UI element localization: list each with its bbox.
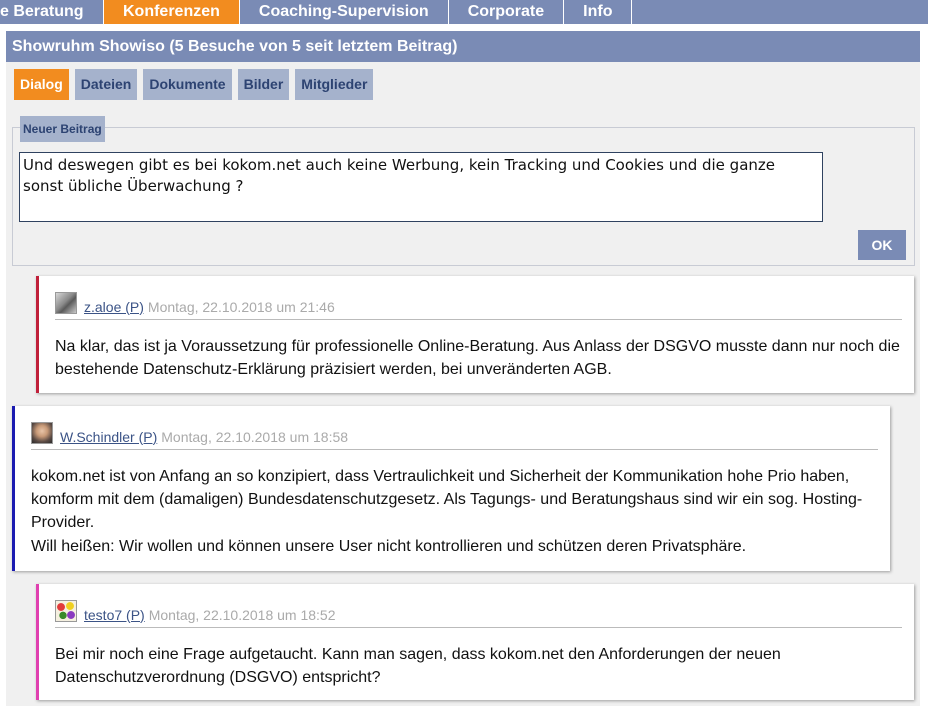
nav-item-konferenzen[interactable]: Konferenzen: [104, 0, 240, 24]
comment-author[interactable]: W.Schindler (P): [60, 429, 157, 445]
nav-item-beratung[interactable]: e Beratung: [0, 0, 104, 24]
tab-dokumente[interactable]: Dokumente: [143, 69, 232, 100]
comment-date: Montag, 22.10.2018 um 18:52: [148, 606, 336, 623]
room-tabs: Dialog Dateien Dokumente Bilder Mitglied…: [14, 69, 374, 100]
new-post-legend: Neuer Beitrag: [20, 116, 105, 142]
nav-item-coaching-supervision[interactable]: Coaching-Supervision: [240, 0, 449, 24]
avatar[interactable]: [55, 291, 77, 314]
comment-text: kokom.net ist von Anfang an so konzipier…: [31, 468, 863, 531]
comment-card: z.aloe (P) Montag, 22.10.2018 um 21:46 N…: [36, 276, 914, 393]
room-title: Showruhm Showiso (5 Besuche von 5 seit l…: [6, 31, 920, 62]
nav-item-info[interactable]: Info: [564, 0, 633, 24]
comment-header: z.aloe (P) Montag, 22.10.2018 um 21:46: [55, 291, 902, 320]
comment-text-line: Will heißen: Wir wollen und können unser…: [31, 538, 747, 555]
comment-date: Montag, 22.10.2018 um 21:46: [147, 298, 335, 315]
tab-mitglieder[interactable]: Mitglieder: [295, 69, 374, 100]
comment-header: W.Schindler (P) Montag, 22.10.2018 um 18…: [31, 421, 878, 450]
avatar[interactable]: [31, 421, 53, 444]
new-post-form: Neuer Beitrag Und deswegen gibt es bei k…: [12, 116, 915, 266]
tab-bilder[interactable]: Bilder: [237, 69, 290, 100]
tab-dateien[interactable]: Dateien: [74, 69, 138, 100]
comment-text: Na klar, das ist ja Voraussetzung für pr…: [55, 338, 900, 378]
new-post-textarea[interactable]: Und deswegen gibt es bei kokom.net auch …: [19, 152, 823, 222]
comment-card: W.Schindler (P) Montag, 22.10.2018 um 18…: [12, 406, 890, 571]
comment-header: testo7 (P) Montag, 22.10.2018 um 18:52: [55, 599, 902, 628]
comment-card: testo7 (P) Montag, 22.10.2018 um 18:52 B…: [36, 584, 914, 700]
avatar[interactable]: [55, 599, 77, 622]
comment-date: Montag, 22.10.2018 um 18:58: [161, 428, 349, 445]
tab-dialog[interactable]: Dialog: [14, 69, 69, 100]
top-navigation: e Beratung Konferenzen Coaching-Supervis…: [0, 0, 928, 24]
comment-author[interactable]: testo7 (P): [84, 607, 145, 623]
ok-button[interactable]: OK: [858, 230, 906, 260]
nav-item-corporate[interactable]: Corporate: [449, 0, 565, 24]
comment-author[interactable]: z.aloe (P): [84, 299, 144, 315]
comment-text: Bei mir noch eine Frage aufgetaucht. Kan…: [55, 646, 781, 686]
